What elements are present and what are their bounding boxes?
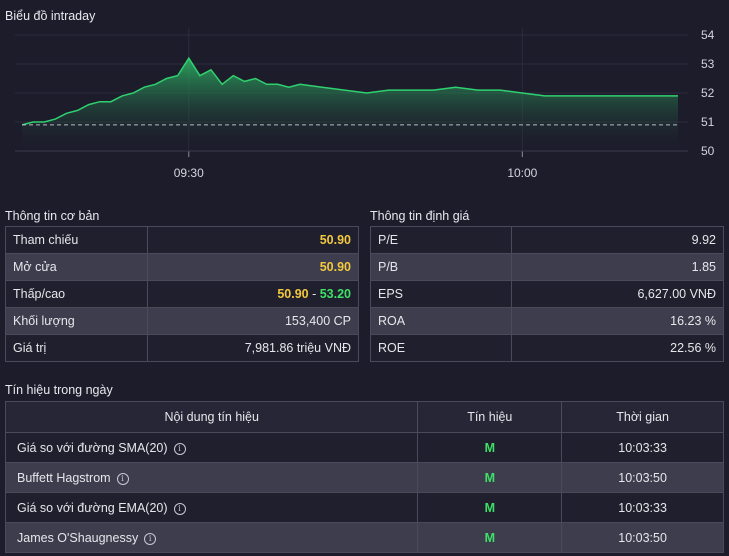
row-label: P/E — [370, 226, 512, 254]
y-tick-label: 54 — [701, 28, 715, 42]
table-row: Giá so với đường EMA(20) i M 10:03:33 — [4, 492, 724, 523]
signal-name-cell: Giá so với đường SMA(20) i — [4, 432, 419, 463]
signal-name: Giá so với đường SMA(20) — [17, 440, 168, 455]
info-icon[interactable]: i — [173, 442, 186, 455]
signal-value: M — [417, 492, 563, 523]
x-axis: 09:30 10:00 — [15, 150, 688, 180]
signal-time: 10:03:50 — [561, 522, 724, 553]
roa-value: 16.23 % — [510, 307, 725, 335]
row-label: EPS — [370, 280, 512, 308]
pb-value: 1.85 — [510, 253, 725, 281]
valuation-table: P/E 9.92 P/B 1.85 EPS 6,627.00 VNĐ ROA 1… — [370, 226, 725, 362]
low-price: 50.90 — [277, 287, 309, 301]
table-row: Mở cửa 50.90 — [5, 253, 360, 281]
pe-value: 9.92 — [510, 226, 725, 254]
x-tick-label: 09:30 — [174, 166, 204, 180]
signal-time: 10:03:33 — [561, 492, 724, 523]
signals-title: Tín hiệu trong ngày — [5, 383, 113, 397]
row-label: Mở cửa — [5, 253, 148, 281]
open-price: 50.90 — [146, 253, 360, 281]
row-label: ROE — [370, 334, 512, 362]
table-row: Thấp/cao 50.90 - 53.20 — [5, 280, 360, 308]
signal-time: 10:03:33 — [561, 432, 724, 463]
y-tick-label: 52 — [701, 86, 715, 100]
signal-time: 10:03:50 — [561, 462, 724, 493]
y-tick-label: 53 — [701, 57, 715, 71]
table-row: ROA 16.23 % — [370, 307, 725, 335]
basic-info-title: Thông tin cơ bản — [5, 209, 100, 223]
table-row: P/B 1.85 — [370, 253, 725, 281]
y-tick-label: 51 — [701, 115, 715, 129]
row-label: P/B — [370, 253, 512, 281]
range-separator: - — [308, 287, 320, 301]
row-label: Thấp/cao — [5, 280, 148, 308]
signal-name-cell: Giá so với đường EMA(20) i — [4, 492, 419, 523]
row-label: Tham chiếu — [5, 226, 148, 254]
table-row: Giá so với đường SMA(20) i M 10:03:33 — [4, 432, 724, 463]
header-signal[interactable]: Tín hiệu — [417, 401, 563, 433]
signal-value: M — [417, 432, 563, 463]
table-row: ROE 22.56 % — [370, 334, 725, 362]
table-row: Giá trị 7,981.86 triệu VNĐ — [5, 334, 360, 362]
table-row: Tham chiếu 50.90 — [5, 226, 360, 254]
chart-marks — [21, 56, 678, 152]
table-row: James O'Shaugnessy i M 10:03:50 — [4, 522, 724, 553]
price-area — [22, 58, 678, 152]
table-row: Buffett Hagstrom i M 10:03:50 — [4, 462, 724, 493]
info-icon[interactable]: i — [116, 472, 129, 485]
signal-name: Giá so với đường EMA(20) — [17, 500, 168, 515]
low-high-range: 50.90 - 53.20 — [146, 280, 360, 308]
high-price: 53.20 — [319, 287, 351, 301]
header-time[interactable]: Thời gian — [561, 401, 724, 433]
signal-value: M — [417, 462, 563, 493]
signal-value: M — [417, 522, 563, 553]
basic-info-table: Tham chiếu 50.90 Mở cửa 50.90 Thấp/cao 5… — [5, 226, 360, 362]
signal-name: James O'Shaugnessy — [17, 530, 139, 545]
valuation-title: Thông tin định giá — [370, 209, 470, 223]
info-icon[interactable]: i — [173, 502, 186, 515]
table-row: Khối lượng 153,400 CP — [5, 307, 360, 335]
volume-value: 153,400 CP — [146, 307, 360, 335]
intraday-chart: 54 53 52 51 50 09:30 10:00 — [15, 28, 715, 180]
reference-price: 50.90 — [146, 226, 360, 254]
x-tick-label: 10:00 — [507, 166, 537, 180]
signal-name-cell: Buffett Hagstrom i — [4, 462, 419, 493]
roe-value: 22.56 % — [510, 334, 725, 362]
signal-name: Buffett Hagstrom — [17, 470, 111, 485]
eps-value: 6,627.00 VNĐ — [510, 280, 725, 308]
y-tick-label: 50 — [701, 144, 715, 158]
row-label: Khối lượng — [5, 307, 148, 335]
y-axis: 54 53 52 51 50 — [701, 28, 715, 158]
table-row: EPS 6,627.00 VNĐ — [370, 280, 725, 308]
signals-table: Nội dung tín hiệu Tín hiệu Thời gian Giá… — [4, 401, 724, 553]
table-header-row: Nội dung tín hiệu Tín hiệu Thời gian — [4, 401, 724, 433]
trade-value: 7,981.86 triệu VNĐ — [146, 334, 360, 362]
signal-name-cell: James O'Shaugnessy i — [4, 522, 419, 553]
row-label: ROA — [370, 307, 512, 335]
table-row: P/E 9.92 — [370, 226, 725, 254]
header-signal-content[interactable]: Nội dung tín hiệu — [4, 401, 419, 433]
row-label: Giá trị — [5, 334, 148, 362]
info-icon[interactable]: i — [144, 532, 157, 545]
